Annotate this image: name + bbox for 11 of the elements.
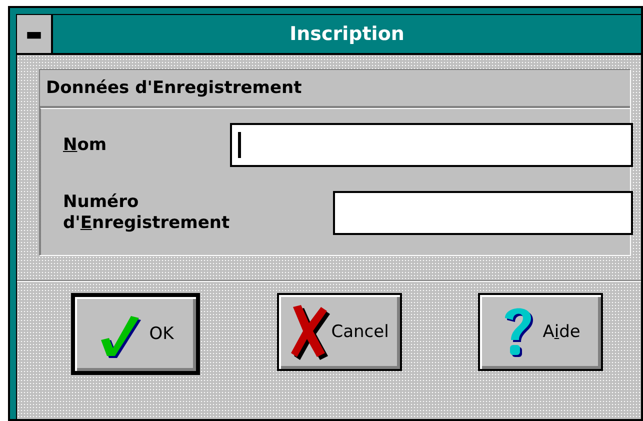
system-menu-button[interactable]: ▬: [17, 15, 53, 53]
group-title: Données d'Enregistrement: [40, 70, 630, 108]
field-label: Numéro d'Enregistrement: [63, 192, 230, 234]
input-field[interactable]: [332, 191, 633, 235]
cancel-button[interactable]: Cancel: [276, 293, 402, 371]
help-button[interactable]: Aide: [478, 293, 603, 371]
x-icon: [289, 303, 332, 361]
input-field[interactable]: [230, 123, 633, 167]
field-label: Nom: [63, 134, 108, 156]
window-title: Inscription: [288, 22, 406, 47]
ok-button[interactable]: OK: [71, 293, 200, 375]
